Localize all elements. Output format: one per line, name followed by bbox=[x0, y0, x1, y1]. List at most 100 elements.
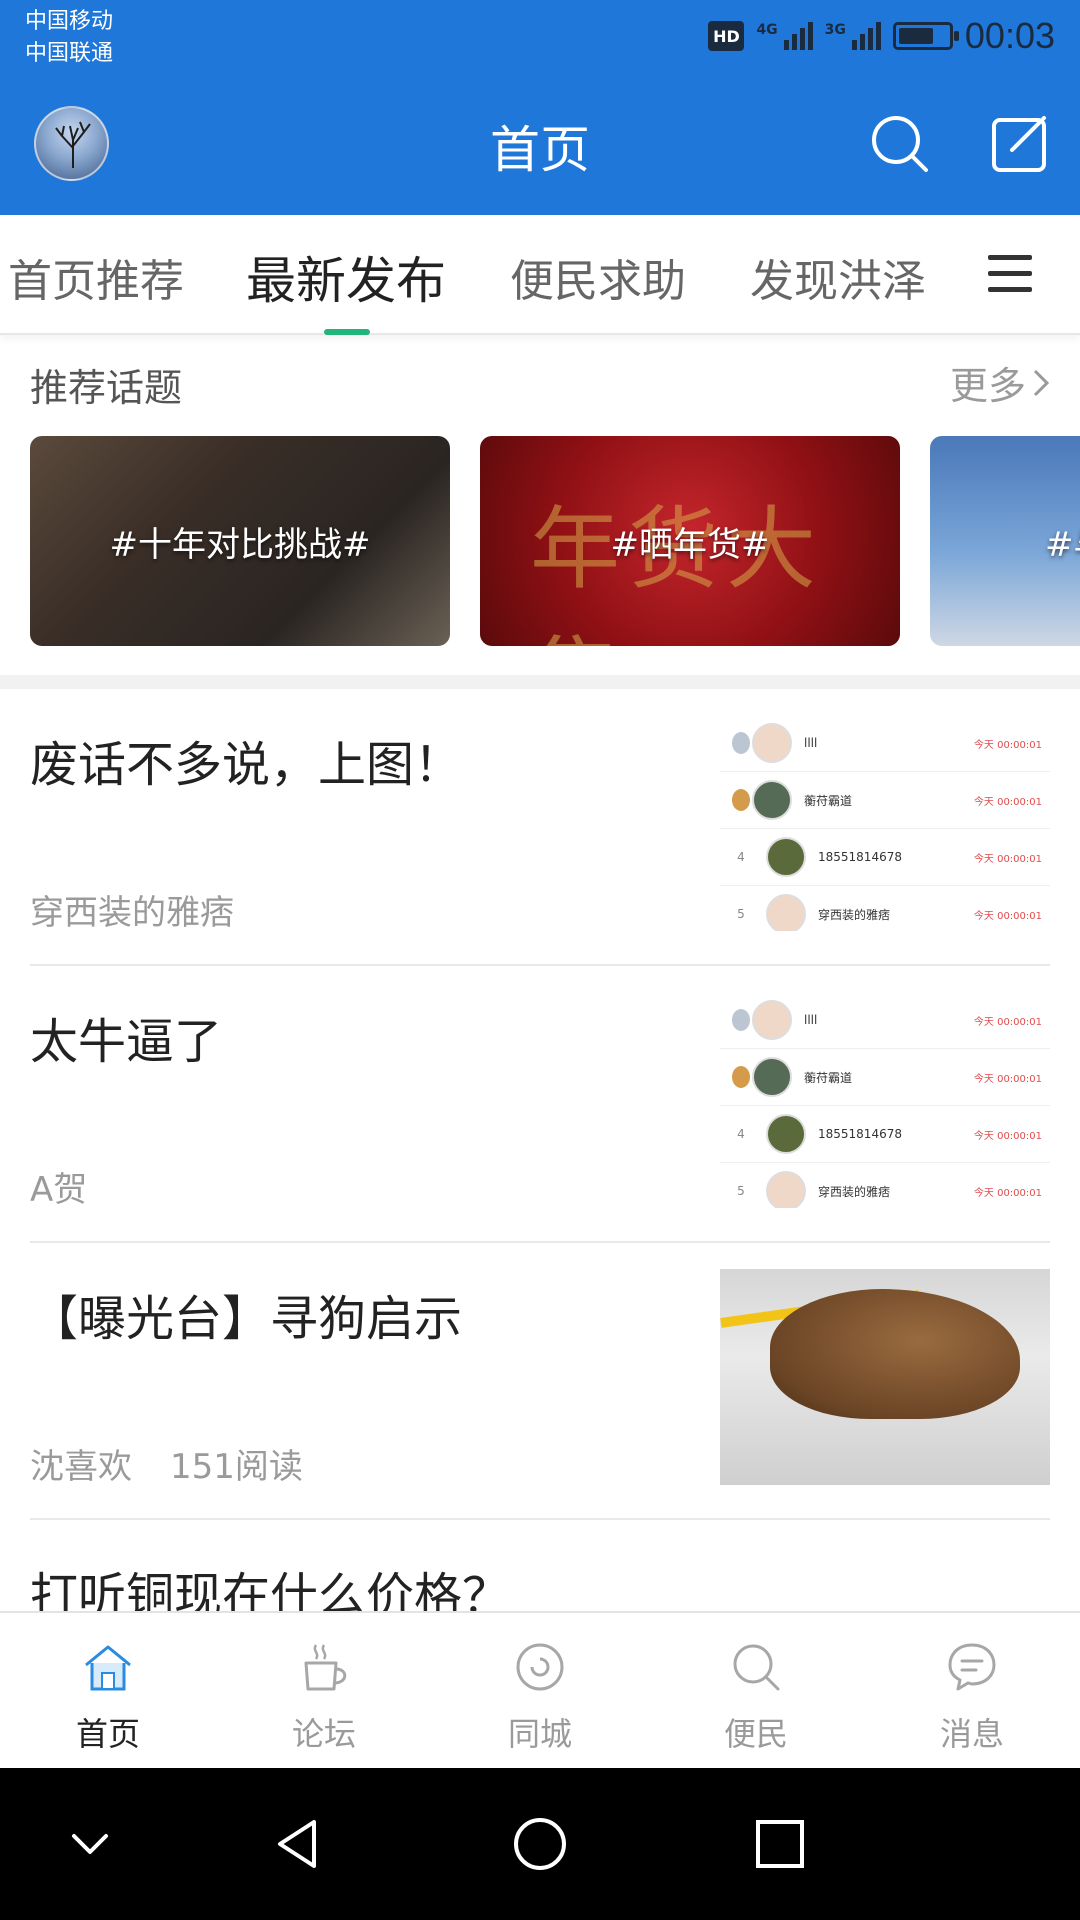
search-button[interactable] bbox=[868, 112, 932, 176]
list-item[interactable]: 太牛逼了 A贺 llll 今天 00:00:01 蘅苻霸道 今天 00:00:0… bbox=[30, 966, 1050, 1243]
search-icon bbox=[733, 1644, 780, 1691]
topic-label: #晒年货# bbox=[610, 524, 770, 565]
ranking-row: 4 18551814678 今天 00:00:01 bbox=[720, 1106, 1050, 1163]
avatar bbox=[752, 1057, 792, 1097]
menu-icon[interactable] bbox=[988, 255, 1032, 295]
nav-item-home[interactable]: 首页 bbox=[0, 1613, 216, 1770]
tab-discover[interactable]: 发现洪泽 bbox=[750, 245, 926, 309]
nav-item-city[interactable]: 同城 bbox=[432, 1613, 648, 1770]
topics-title: 推荐话题 bbox=[30, 366, 183, 410]
search-icon bbox=[872, 116, 928, 172]
carrier-1: 中国移动 bbox=[25, 9, 114, 34]
ranking-number: 5 bbox=[737, 907, 745, 921]
ranking-row: 5 穿西装的雅痞 今天 00:00:01 bbox=[720, 886, 1050, 931]
avatar bbox=[766, 1114, 806, 1154]
ranking-row: 4 18551814678 今天 00:00:01 bbox=[720, 829, 1050, 886]
chat-bubble-icon bbox=[948, 1643, 996, 1691]
ranking-name: llll bbox=[804, 736, 818, 750]
app-screen: 中国移动 中国联通 HD 4G 3G 00:03 首页 首页推荐 最新发布 便民… bbox=[0, 0, 1080, 1920]
list-item[interactable]: 打听铜现在什么价格？ bbox=[30, 1520, 1050, 1611]
ranking-row: 蘅苻霸道 今天 00:00:01 bbox=[720, 1049, 1050, 1106]
ranking-time: 今天 00:00:01 bbox=[973, 853, 1042, 865]
post-thumbnail bbox=[720, 1269, 1050, 1485]
dog-shape bbox=[770, 1289, 1020, 1419]
ranking-time: 今天 00:00:01 bbox=[973, 796, 1042, 808]
ranking-name: 蘅苻霸道 bbox=[804, 793, 853, 808]
chevron-down-icon[interactable] bbox=[54, 1808, 126, 1880]
system-navigation-bar bbox=[0, 1768, 1080, 1920]
ranking-row: llll 今天 00:00:01 bbox=[720, 715, 1050, 772]
recents-square-icon[interactable] bbox=[744, 1808, 816, 1880]
ranking-row: llll 今天 00:00:01 bbox=[720, 992, 1050, 1049]
hd-badge: HD bbox=[708, 21, 745, 51]
avatar bbox=[752, 780, 792, 820]
medal-icon bbox=[732, 1009, 750, 1031]
ranking-time: 今天 00:00:01 bbox=[973, 910, 1042, 922]
ranking-name: 18551814678 bbox=[818, 1127, 902, 1141]
ranking-number: 4 bbox=[737, 1127, 745, 1141]
post-read-count: 151阅读 bbox=[170, 1447, 303, 1487]
category-tabs: 首页推荐 最新发布 便民求助 发现洪泽 bbox=[0, 215, 1080, 335]
net-label-1: 4G bbox=[756, 22, 778, 38]
ranking-name: 穿西装的雅痞 bbox=[818, 1184, 891, 1199]
topic-label: #与 bbox=[1045, 524, 1080, 565]
topic-card[interactable]: 年货大集 #晒年货# bbox=[480, 436, 900, 646]
post-meta: A贺 bbox=[30, 1162, 87, 1211]
post-feed: 废话不多说，上图！ 穿西装的雅痞 llll 今天 00:00:01 蘅苻霸道 今… bbox=[0, 689, 1080, 1611]
signal-4g-icon: 4G bbox=[756, 22, 813, 50]
tab-help[interactable]: 便民求助 bbox=[510, 245, 686, 309]
section-divider bbox=[0, 675, 1080, 689]
tab-home-recommend[interactable]: 首页推荐 bbox=[8, 245, 184, 309]
medal-icon bbox=[732, 1066, 750, 1088]
ranking-name: 蘅苻霸道 bbox=[804, 1070, 853, 1085]
top-bar: 中国移动 中国联通 HD 4G 3G 00:03 首页 bbox=[0, 0, 1080, 215]
ranking-number: 5 bbox=[737, 1184, 745, 1198]
list-item[interactable]: 废话不多说，上图！ 穿西装的雅痞 llll 今天 00:00:01 蘅苻霸道 今… bbox=[30, 689, 1050, 966]
post-author: 沈喜欢 bbox=[30, 1447, 132, 1487]
nav-label: 同城 bbox=[507, 1715, 572, 1753]
topic-card[interactable]: #与 bbox=[930, 436, 1080, 646]
post-meta: 穿西装的雅痞 bbox=[30, 885, 234, 934]
nav-label: 消息 bbox=[939, 1715, 1004, 1753]
ranking-row: 5 穿西装的雅痞 今天 00:00:01 bbox=[720, 1163, 1050, 1208]
medal-icon bbox=[732, 789, 750, 811]
avatar bbox=[752, 1000, 792, 1040]
ranking-name: llll bbox=[804, 1013, 818, 1027]
post-title: 打听铜现在什么价格？ bbox=[30, 1568, 511, 1611]
compose-icon bbox=[992, 116, 1046, 172]
battery-icon bbox=[892, 22, 959, 50]
nav-item-messages[interactable]: 消息 bbox=[864, 1613, 1080, 1770]
more-label: 更多 bbox=[949, 364, 1026, 408]
post-author: A贺 bbox=[30, 1170, 88, 1210]
nav-label: 便民 bbox=[723, 1715, 788, 1753]
more-link[interactable]: 更多 bbox=[950, 355, 1050, 410]
ranking-name: 穿西装的雅痞 bbox=[818, 907, 891, 922]
clock: 00:03 bbox=[964, 15, 1055, 56]
home-circle-icon[interactable] bbox=[504, 1808, 576, 1880]
back-triangle-icon[interactable] bbox=[264, 1808, 336, 1880]
status-indicators: HD 4G 3G 00:03 bbox=[708, 14, 1055, 58]
topics-header: 推荐话题 更多 bbox=[0, 335, 1080, 430]
post-thumbnail: llll 今天 00:00:01 蘅苻霸道 今天 00:00:01 4 1855… bbox=[720, 715, 1050, 931]
carrier-info: 中国移动 中国联通 bbox=[25, 6, 113, 70]
ranking-time: 今天 00:00:01 bbox=[973, 1073, 1042, 1085]
ranking-time: 今天 00:00:01 bbox=[973, 739, 1042, 751]
post-title: 太牛逼了 bbox=[30, 1014, 223, 1070]
post-thumbnail: llll 今天 00:00:01 蘅苻霸道 今天 00:00:01 4 1855… bbox=[720, 992, 1050, 1208]
compose-button[interactable] bbox=[988, 112, 1052, 176]
status-bar: 中国移动 中国联通 HD 4G 3G 00:03 bbox=[0, 0, 1080, 90]
nav-item-services[interactable]: 便民 bbox=[648, 1613, 864, 1770]
avatar bbox=[752, 723, 792, 763]
topic-label: #十年对比挑战# bbox=[109, 524, 371, 565]
list-item[interactable]: 【曝光台】寻狗启示 沈喜欢 151阅读 bbox=[30, 1243, 1050, 1520]
coffee-cup-icon bbox=[304, 1644, 347, 1691]
topic-card[interactable]: #十年对比挑战# bbox=[30, 436, 450, 646]
post-meta: 沈喜欢 151阅读 bbox=[30, 1439, 303, 1488]
ranking-time: 今天 00:00:01 bbox=[973, 1187, 1042, 1199]
net-label-2: 3G bbox=[824, 22, 846, 38]
nav-label: 论坛 bbox=[291, 1715, 356, 1753]
home-icon bbox=[85, 1645, 131, 1691]
tab-latest[interactable]: 最新发布 bbox=[246, 241, 446, 313]
app-bar: 首页 bbox=[0, 90, 1080, 215]
nav-item-forum[interactable]: 论坛 bbox=[216, 1613, 432, 1770]
